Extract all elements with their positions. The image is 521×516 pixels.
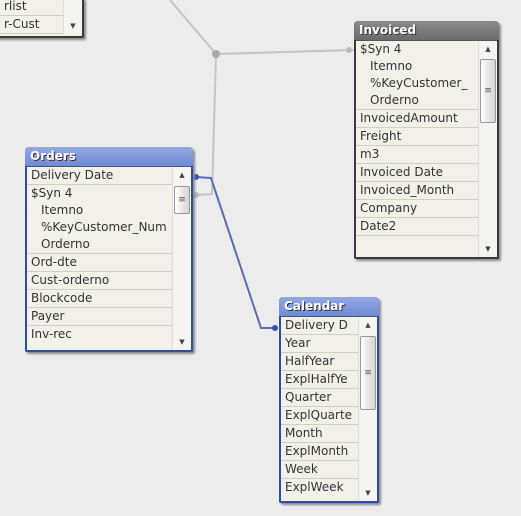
synthetic-key-link: [169, 0, 355, 196]
scroll-down-icon[interactable]: ▼: [479, 241, 497, 257]
field-row[interactable]: Blockcode: [27, 290, 191, 308]
field-row[interactable]: Invoiced_Month: [356, 182, 497, 200]
table-partial[interactable]: rlist r-Cust ▼: [0, 0, 84, 38]
field-row[interactable]: Orderno: [356, 92, 497, 110]
field-row[interactable]: Delivery Date: [27, 167, 191, 185]
scrollbar[interactable]: ▲ ≡ ▼: [172, 167, 191, 350]
link-dot: [193, 192, 199, 198]
scrollbar[interactable]: ▼: [63, 0, 82, 34]
table-title[interactable]: Orders: [25, 147, 193, 166]
scrollbar[interactable]: ▲ ≡ ▼: [478, 41, 497, 257]
scroll-down-icon[interactable]: ▼: [359, 485, 377, 501]
table-calendar[interactable]: Calendar Delivery D Year HalfYear ExplHa…: [279, 297, 379, 503]
field-row[interactable]: m3: [356, 146, 497, 164]
field-row[interactable]: Inv-rec: [27, 326, 191, 343]
scroll-up-icon[interactable]: ▲: [359, 317, 377, 333]
link-dot: [193, 174, 199, 180]
field-row[interactable]: Company: [356, 200, 497, 218]
scroll-up-icon[interactable]: ▲: [479, 41, 497, 57]
field-row[interactable]: %KeyCustomer_: [356, 75, 497, 92]
scroll-thumb[interactable]: ≡: [480, 59, 496, 123]
field-row[interactable]: Cust-orderno: [27, 272, 191, 290]
junction-node: [212, 50, 220, 58]
field-row[interactable]: Date2: [356, 218, 497, 236]
field-row[interactable]: %KeyCustomer_Num: [27, 219, 191, 236]
field-row[interactable]: Itemno: [356, 58, 497, 75]
field-row[interactable]: Orderno: [27, 236, 191, 254]
scroll-down-icon[interactable]: ▼: [173, 334, 191, 350]
table-title[interactable]: Calendar: [279, 297, 379, 316]
field-row[interactable]: Itemno: [27, 202, 191, 219]
table-invoiced[interactable]: Invoiced $Syn 4 Itemno %KeyCustomer_ Ord…: [354, 21, 499, 259]
link-dot: [272, 325, 278, 331]
field-row[interactable]: InvoicedAmount: [356, 110, 497, 128]
scroll-down-icon[interactable]: ▼: [64, 18, 82, 34]
field-row[interactable]: Freight: [356, 128, 497, 146]
field-row[interactable]: Payer: [27, 308, 191, 326]
delivery-date-link: [195, 176, 276, 329]
field-row[interactable]: Invoiced Date: [356, 164, 497, 182]
link-dot: [346, 47, 352, 53]
field-row[interactable]: Ord-dte: [27, 254, 191, 272]
scroll-thumb[interactable]: ≡: [360, 336, 376, 410]
table-orders[interactable]: Orders Delivery Date $Syn 4 Itemno %KeyC…: [25, 147, 193, 352]
scrollbar[interactable]: ▲ ≡ ▼: [358, 317, 377, 501]
scroll-thumb[interactable]: ≡: [174, 186, 190, 214]
field-row[interactable]: $Syn 4: [356, 41, 497, 58]
field-row[interactable]: $Syn 4: [27, 185, 191, 202]
table-title[interactable]: Invoiced: [354, 21, 499, 40]
scroll-up-icon[interactable]: ▲: [173, 167, 191, 183]
